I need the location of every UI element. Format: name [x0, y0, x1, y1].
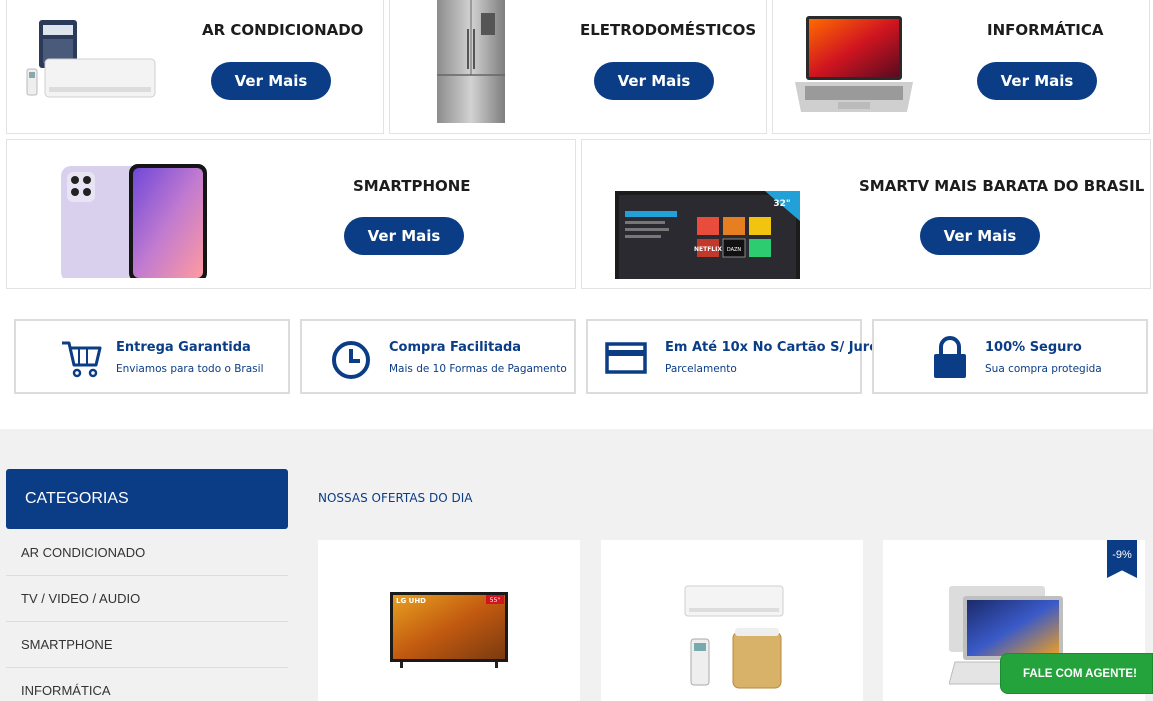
banner-title: INFORMÁTICA	[987, 21, 1104, 39]
banner-informatica: INFORMÁTICA Ver Mais	[772, 0, 1150, 134]
ver-mais-button[interactable]: Ver Mais	[594, 62, 714, 100]
clock-icon	[332, 341, 370, 379]
banner-ar-condicionado: AR CONDICIONADO Ver Mais	[6, 0, 384, 134]
feature-parcelamento: Em Até 10x No Cartão S/ Juros Parcelamen…	[586, 319, 886, 394]
cart-icon	[62, 341, 102, 378]
category-ar-condicionado[interactable]: AR CONDICIONADO	[6, 530, 288, 576]
ver-mais-button[interactable]: Ver Mais	[920, 217, 1040, 255]
refrigerator-image	[437, 0, 505, 123]
smart-tv-image: NETFLIX DAZN 32"	[615, 191, 800, 279]
credit-card-icon	[605, 342, 647, 374]
tv-product-image: LG UHD 55"	[390, 592, 508, 668]
banner-title: AR CONDICIONADO	[202, 21, 364, 39]
feature-title: 100% Seguro	[985, 340, 1082, 355]
ver-mais-button[interactable]: Ver Mais	[211, 62, 331, 100]
banner-title: ELETRODOMÉSTICOS	[580, 21, 757, 39]
product-card-ar-condicionado[interactable]	[601, 540, 863, 701]
tv-size-label: 55"	[490, 597, 501, 604]
laptop-image	[795, 16, 913, 112]
product-card-tv[interactable]: LG UHD 55"	[318, 540, 580, 701]
dazn-app: DAZN	[727, 247, 742, 253]
category-informatica[interactable]: INFORMÁTICA	[6, 668, 288, 701]
tv-size-badge: 32"	[773, 199, 790, 209]
feature-compra-facilitada: Compra Facilitada Mais de 10 Formas de P…	[300, 319, 576, 394]
feature-entrega-garantida: Entrega Garantida Enviamos para todo o B…	[14, 319, 290, 394]
banner-eletrodomesticos: ELETRODOMÉSTICOS Ver Mais	[389, 0, 767, 134]
ver-mais-button[interactable]: Ver Mais	[344, 217, 464, 255]
banner-smartv: NETFLIX DAZN 32" SMARTV MAIS BARATA DO B…	[581, 139, 1151, 289]
feature-subtitle: Parcelamento	[665, 363, 737, 375]
feature-title: Em Até 10x No Cartão S/ Juros	[665, 340, 886, 355]
category-smartphone[interactable]: SMARTPHONE	[6, 622, 288, 668]
netflix-app: NETFLIX	[694, 246, 722, 253]
feature-seguro: 100% Seguro Sua compra protegida	[872, 319, 1148, 394]
banner-title: SMARTV MAIS BARATA DO BRASIL	[859, 177, 1145, 195]
chat-agent-button[interactable]: FALE COM AGENTE!	[1000, 653, 1153, 694]
feature-subtitle: Mais de 10 Formas de Pagamento	[389, 363, 567, 375]
category-tv-video-audio[interactable]: TV / VIDEO / AUDIO	[6, 576, 288, 622]
air-conditioner-product-image	[684, 585, 784, 689]
smartphone-image	[61, 164, 207, 278]
ver-mais-button[interactable]: Ver Mais	[977, 62, 1097, 100]
tv-brand-label: LG UHD	[396, 597, 426, 605]
feature-subtitle: Sua compra protegida	[985, 363, 1102, 375]
feature-title: Compra Facilitada	[389, 340, 522, 355]
offers-title: NOSSAS OFERTAS DO DIA	[318, 491, 473, 505]
categories-header: CATEGORIAS	[6, 469, 288, 529]
banner-smartphone: SMARTPHONE Ver Mais	[6, 139, 576, 289]
banner-title: SMARTPHONE	[353, 177, 471, 195]
feature-title: Entrega Garantida	[116, 340, 251, 355]
feature-subtitle: Enviamos para todo o Brasil	[116, 363, 264, 375]
lock-icon	[934, 336, 966, 378]
air-conditioner-image	[26, 20, 156, 98]
